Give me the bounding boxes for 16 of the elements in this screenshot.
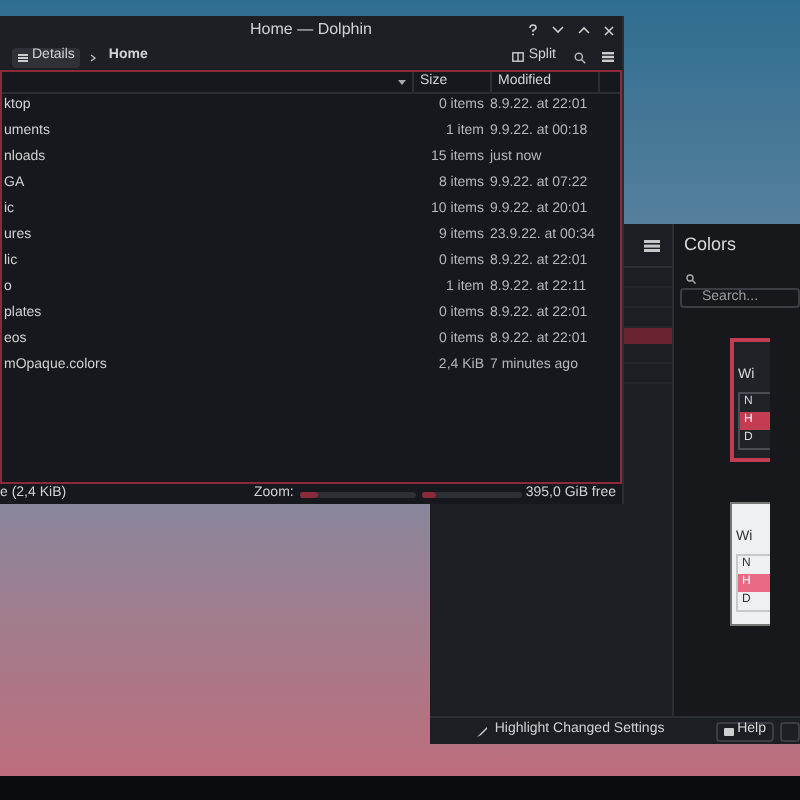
chevron-right-icon: [90, 53, 97, 61]
search-icon[interactable]: [574, 51, 586, 63]
menu-icon[interactable]: [644, 239, 660, 251]
minimize-icon[interactable]: [552, 26, 564, 34]
help-icon[interactable]: [528, 24, 538, 36]
maximize-icon[interactable]: [578, 26, 590, 34]
split-view-icon: [512, 52, 525, 62]
details-view-icon: [18, 53, 28, 61]
menu-icon[interactable]: [602, 52, 614, 62]
close-icon[interactable]: [604, 25, 614, 35]
brush-icon: [476, 725, 489, 737]
help-icon: [723, 727, 734, 735]
sort-descending-icon[interactable]: [398, 79, 406, 85]
window-title: Home — Dolphin: [250, 18, 372, 42]
search-icon: [686, 274, 696, 284]
page-title: Colors: [684, 232, 737, 259]
